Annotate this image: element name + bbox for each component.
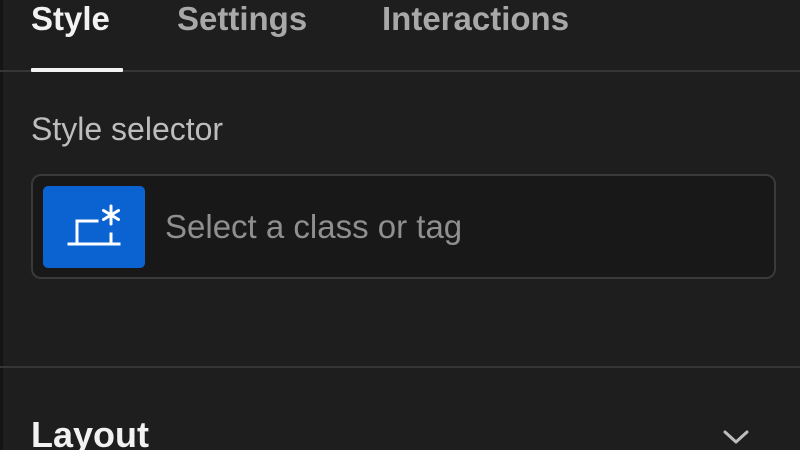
- selector-type-button[interactable]: [43, 186, 145, 268]
- chevron-down-icon: [723, 430, 749, 444]
- tab-settings[interactable]: Settings: [177, 0, 307, 44]
- tab-style[interactable]: Style: [31, 0, 110, 44]
- style-selector-label: Style selector: [31, 111, 224, 147]
- tab-interactions[interactable]: Interactions: [382, 0, 569, 44]
- style-selector-field[interactable]: [31, 174, 776, 279]
- active-tab-indicator: [31, 68, 123, 72]
- layout-section-header[interactable]: Layout: [0, 370, 800, 450]
- panel-tabs: Style Settings Interactions: [0, 0, 800, 72]
- section-divider: [0, 366, 800, 368]
- class-selector-icon: [67, 204, 121, 246]
- style-selector-input[interactable]: [165, 196, 755, 258]
- style-panel: Style Settings Interactions Style select…: [0, 0, 800, 450]
- layout-section-title: Layout: [31, 414, 150, 450]
